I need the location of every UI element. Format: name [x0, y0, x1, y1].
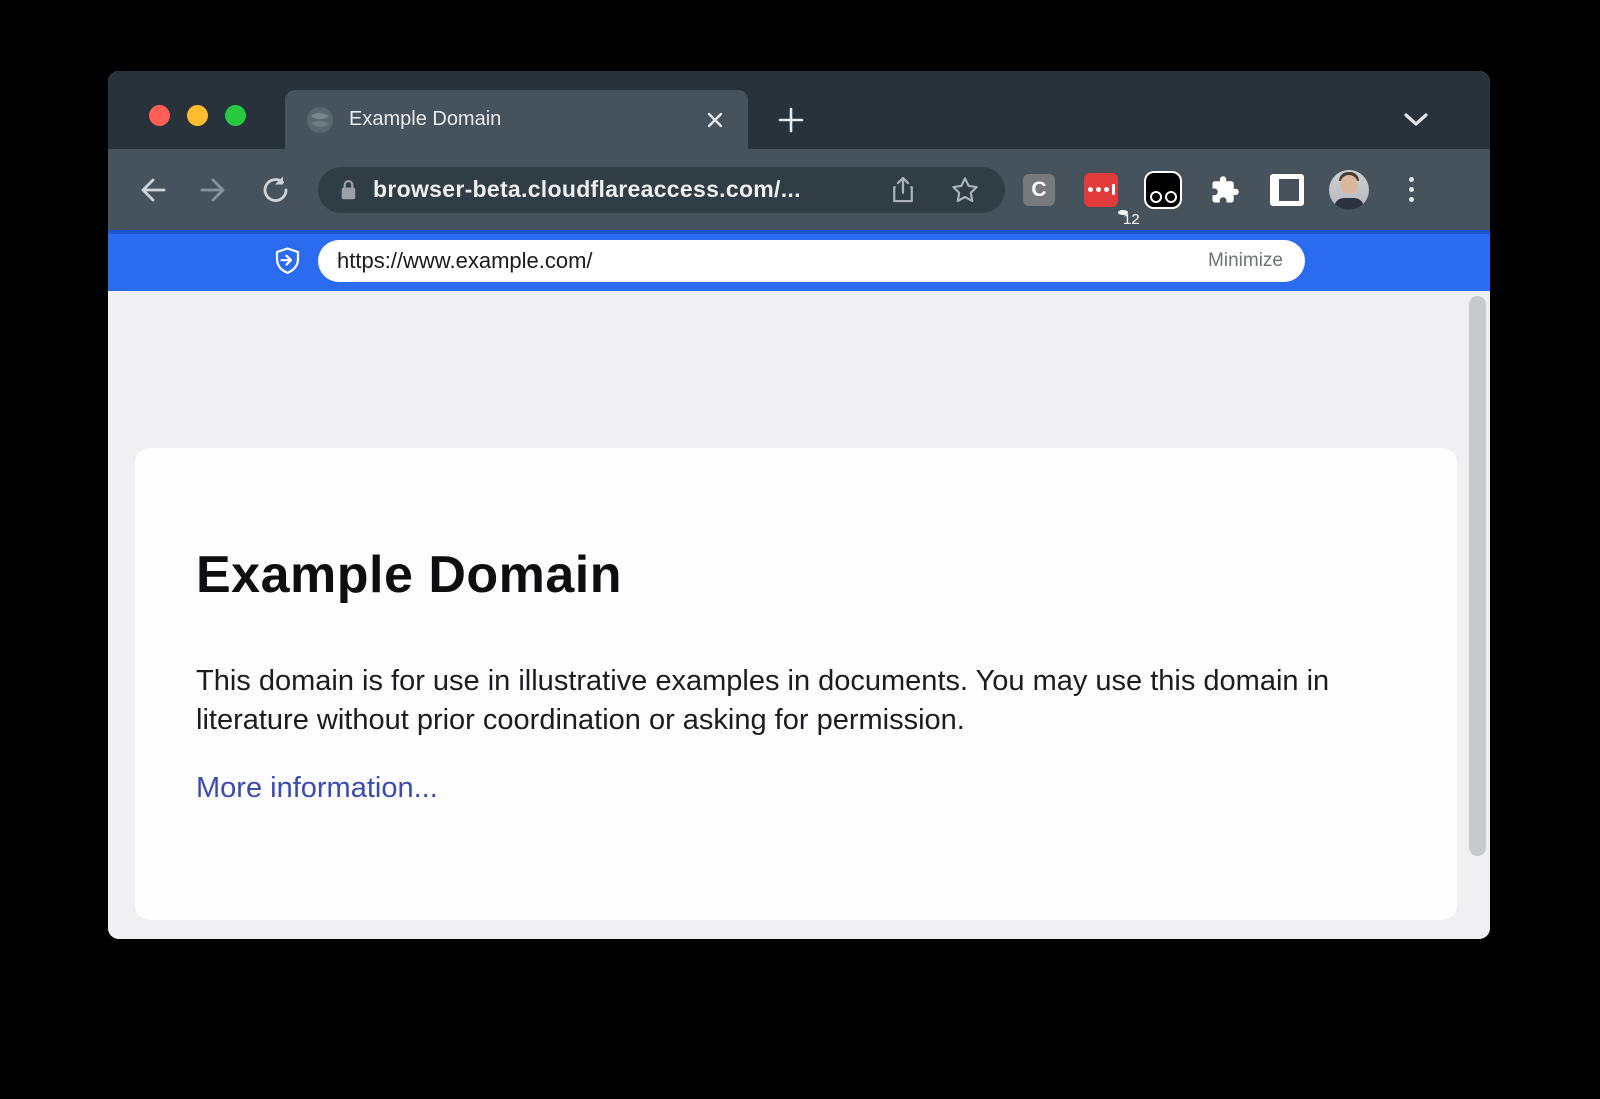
- puzzle-icon: [1210, 175, 1240, 205]
- window-controls: [149, 105, 246, 126]
- chevron-down-icon[interactable]: [1400, 105, 1432, 135]
- tab-close-icon[interactable]: [704, 109, 726, 131]
- browser-menu-button[interactable]: [1391, 167, 1431, 213]
- minimize-button[interactable]: Minimize: [1208, 250, 1283, 272]
- page-paragraph: This domain is for use in illustrative e…: [196, 662, 1351, 740]
- page-heading: Example Domain: [196, 546, 1397, 604]
- browser-window: Example Domain: [108, 71, 1490, 939]
- address-bar[interactable]: browser-beta.cloudflareaccess.com/...: [318, 167, 1005, 213]
- zoom-window-button[interactable]: [225, 105, 246, 126]
- scrollbar-thumb[interactable]: [1469, 296, 1486, 856]
- address-url-text: browser-beta.cloudflareaccess.com/...: [373, 176, 877, 203]
- profile-avatar[interactable]: [1329, 167, 1369, 213]
- extensions-row: C 12: [1019, 167, 1431, 213]
- page-viewport: Example Domain This domain is for use in…: [108, 291, 1490, 939]
- back-button[interactable]: [132, 168, 172, 212]
- bookmark-star-icon[interactable]: [951, 176, 979, 204]
- extension-badge: 12: [1118, 210, 1128, 215]
- side-panel-icon: [1270, 174, 1304, 206]
- shield-arrow-icon: [274, 247, 301, 274]
- more-information-link[interactable]: More information...: [196, 772, 438, 804]
- goggles-icon: [1144, 171, 1182, 209]
- desktop-background: Example Domain: [0, 0, 1600, 1099]
- content-card: Example Domain This domain is for use in…: [135, 448, 1457, 920]
- extension-password-button[interactable]: 12: [1081, 167, 1121, 213]
- avatar: [1329, 170, 1369, 210]
- extension-goggles-button[interactable]: [1143, 167, 1183, 213]
- password-manager-icon: 12: [1084, 173, 1118, 207]
- share-icon[interactable]: [891, 176, 915, 204]
- side-panel-button[interactable]: [1267, 167, 1307, 213]
- globe-icon: [307, 107, 333, 133]
- tab-title: Example Domain: [349, 108, 704, 131]
- forward-button[interactable]: [194, 168, 234, 212]
- close-window-button[interactable]: [149, 105, 170, 126]
- isolation-url-input[interactable]: https://www.example.com/ Minimize: [318, 240, 1305, 282]
- minimize-window-button[interactable]: [187, 105, 208, 126]
- tab-strip: Example Domain: [108, 71, 1490, 149]
- extension-c-icon: C: [1023, 174, 1055, 206]
- kebab-menu-icon: [1409, 177, 1414, 202]
- extension-c-button[interactable]: C: [1019, 167, 1059, 213]
- new-tab-button[interactable]: [774, 103, 808, 137]
- browser-toolbar: browser-beta.cloudflareaccess.com/... C: [108, 149, 1490, 230]
- browser-tab[interactable]: Example Domain: [285, 90, 748, 149]
- isolation-bar: https://www.example.com/ Minimize: [108, 230, 1490, 291]
- lock-icon[interactable]: [340, 179, 357, 201]
- reload-button[interactable]: [256, 168, 296, 212]
- isolation-url-text: https://www.example.com/: [337, 248, 1208, 274]
- extensions-menu-button[interactable]: [1205, 167, 1245, 213]
